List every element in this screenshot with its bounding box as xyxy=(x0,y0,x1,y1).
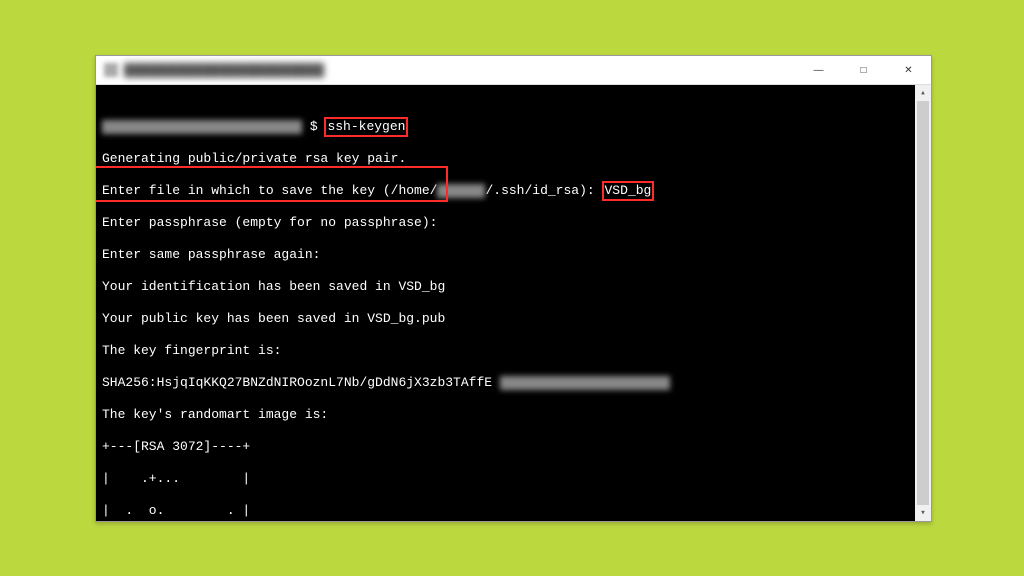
close-button[interactable]: ✕ xyxy=(886,56,931,84)
randomart-1: | .+... | xyxy=(102,471,925,487)
window-controls: — □ ✕ xyxy=(796,56,931,84)
output-pass2: Enter same passphrase again: xyxy=(102,247,925,263)
output-enter-file: Enter file in which to save the key (/ho… xyxy=(102,183,925,199)
terminal-area[interactable]: $ ssh-keygen Generating public/private r… xyxy=(96,85,931,521)
command-highlight: ssh-keygen xyxy=(324,117,408,137)
randomart-0: +---[RSA 3072]----+ xyxy=(102,439,925,455)
filename-text: VSD_bg xyxy=(605,183,652,198)
output-fp-value: SHA256:HsjqIqKKQ27BNZdNIROoznL7Nb/gDdN6j… xyxy=(102,375,925,391)
scrollbar[interactable]: ▴ ▾ xyxy=(915,85,931,521)
filename-highlight: VSD_bg xyxy=(602,181,655,201)
output-ra-label: The key's randomart image is: xyxy=(102,407,925,423)
output-saved2: Your public key has been saved in VSD_bg… xyxy=(102,311,925,327)
prompt-line-1: $ ssh-keygen xyxy=(102,119,925,135)
scroll-down-icon[interactable]: ▾ xyxy=(915,505,931,521)
window-title: ███████████████████████ xyxy=(124,63,324,77)
output-fp-label: The key fingerprint is: xyxy=(102,343,925,359)
scroll-thumb[interactable] xyxy=(917,101,929,505)
scroll-track[interactable] xyxy=(915,101,931,505)
window-titlebar[interactable]: ███████████████████████ — □ ✕ xyxy=(96,56,931,85)
randomart-2: | . o. . | xyxy=(102,503,925,519)
maximize-button[interactable]: □ xyxy=(841,56,886,84)
output-saved1: Your identification has been saved in VS… xyxy=(102,279,925,295)
minimize-button[interactable]: — xyxy=(796,56,841,84)
scroll-up-icon[interactable]: ▴ xyxy=(915,85,931,101)
output-generating: Generating public/private rsa key pair. xyxy=(102,151,925,167)
titlebar-left: ███████████████████████ xyxy=(104,63,324,77)
output-pass1: Enter passphrase (empty for no passphras… xyxy=(102,215,925,231)
command-text: ssh-keygen xyxy=(327,119,405,134)
window-icon xyxy=(104,63,118,77)
prompt-symbol: $ xyxy=(310,119,318,134)
terminal-window: ███████████████████████ — □ ✕ $ ssh-keyg… xyxy=(95,55,932,522)
